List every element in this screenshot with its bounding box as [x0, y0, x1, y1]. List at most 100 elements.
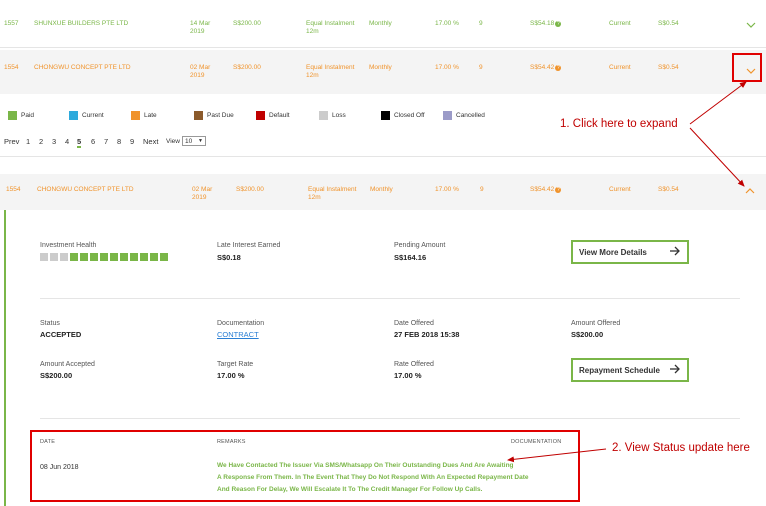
annotation-step2: 2. View Status update here: [612, 442, 750, 454]
type-line2: 12m: [306, 28, 319, 35]
page-link-9[interactable]: 9: [130, 137, 134, 146]
listing-date: 14 Mar 2019: [190, 20, 210, 36]
legend-swatch: [443, 110, 452, 120]
health-segment: [90, 253, 98, 261]
interest: S$0.54: [658, 186, 679, 193]
legend-cancelled: Cancelled: [443, 110, 485, 120]
amount: S$200.00: [233, 20, 261, 27]
page-link-7[interactable]: 7: [104, 137, 108, 146]
loan-status: Current: [609, 64, 631, 71]
late-interest-value: S$0.18: [217, 253, 241, 262]
rate: 17.00 %: [435, 20, 459, 27]
health-segment: [60, 253, 68, 261]
repayment-schedule-button[interactable]: Repayment Schedule: [571, 358, 689, 382]
legend-swatch: [194, 110, 203, 120]
repayment-value: S$54.18: [530, 20, 555, 27]
info-icon[interactable]: ?: [555, 21, 562, 27]
repayment: S$54.42?: [530, 64, 562, 72]
health-segment: [70, 253, 78, 261]
divider: [40, 298, 740, 299]
table-row[interactable]: 1554 CHONGWU CONCEPT PTE LTD 02 Mar 2019 …: [0, 50, 766, 94]
date-line1: 02 Mar: [190, 64, 211, 71]
page-link-3[interactable]: 3: [52, 137, 56, 146]
page-size-selector: View 10 ▼: [166, 136, 206, 146]
legend-swatch: [131, 110, 140, 120]
rate-offered-value: 17.00 %: [394, 371, 422, 380]
annotation-step1: 1. Click here to expand: [560, 118, 678, 130]
contract-link[interactable]: CONTRACT: [217, 330, 259, 339]
date-line1: 02 Mar: [192, 186, 213, 193]
legend-label: Past Due: [207, 111, 234, 119]
status-update-highlight-box: [30, 430, 580, 502]
info-icon[interactable]: ?: [555, 187, 562, 193]
loan-type: Equal Instalment 12m: [306, 20, 354, 36]
loan-id: 1554: [4, 64, 19, 71]
health-segment: [40, 253, 48, 261]
rate-offered-label: Rate Offered: [394, 361, 434, 368]
page-link-1[interactable]: 1: [26, 137, 30, 146]
interest: S$0.54: [658, 20, 679, 27]
amount: S$200.00: [236, 186, 264, 193]
status-value: ACCEPTED: [40, 330, 82, 339]
legend-loss: Loss: [319, 110, 346, 120]
health-segment: [100, 253, 108, 261]
repayment-value: S$54.42: [530, 64, 555, 71]
button-label: Repayment Schedule: [579, 365, 660, 375]
type-line2: 12m: [306, 72, 319, 79]
amount-offered-value: S$200.00: [571, 330, 604, 339]
table-row[interactable]: 1557 SHUNXUE BUILDERS PTE LTD 14 Mar 2019…: [0, 8, 766, 48]
legend-swatch: [69, 110, 78, 120]
pagination: Prev 1 2 3 4 5 6 7 8 9 Next View 10 ▼: [0, 136, 766, 150]
arrow-right-icon: [669, 364, 681, 376]
page-link-6[interactable]: 6: [91, 137, 95, 146]
loan-type: Equal Instalment 12m: [308, 186, 356, 202]
next-page-link[interactable]: Next: [143, 137, 158, 146]
tenor: 9: [479, 64, 483, 71]
frequency: Monthly: [370, 186, 393, 193]
page-size-select[interactable]: 10 ▼: [181, 136, 206, 146]
late-interest-label: Late Interest Earned: [217, 242, 281, 249]
tenor: 9: [479, 20, 483, 27]
loan-id: 1554: [6, 186, 21, 193]
repayment: S$54.42?: [530, 186, 562, 194]
page-link-4[interactable]: 4: [65, 137, 69, 146]
prev-page-link[interactable]: Prev: [4, 137, 19, 146]
info-icon[interactable]: ?: [555, 65, 562, 71]
loan-status: Current: [609, 186, 631, 193]
page-size-value: 10: [184, 137, 193, 145]
tenor: 9: [480, 186, 484, 193]
page-link-5[interactable]: 5: [77, 137, 82, 148]
repayment-value: S$54.42: [530, 186, 555, 193]
company-name: CHONGWU CONCEPT PTE LTD: [34, 64, 131, 71]
chevron-up-icon[interactable]: [745, 186, 755, 196]
page-link-8[interactable]: 8: [117, 137, 121, 146]
legend-label: Default: [269, 111, 290, 119]
legend-default: Default: [256, 110, 290, 120]
repayment: S$54.18?: [530, 20, 562, 28]
amount: S$200.00: [233, 64, 261, 71]
legend-label: Loss: [332, 111, 346, 119]
date-offered-value: 27 FEB 2018 15:38: [394, 330, 460, 339]
legend-current: Current: [69, 110, 104, 120]
legend-swatch: [381, 110, 390, 120]
company-name: CHONGWU CONCEPT PTE LTD: [37, 186, 134, 193]
view-more-details-button[interactable]: View More Details: [571, 240, 689, 264]
chevron-down-icon[interactable]: [746, 20, 756, 30]
type-line1: Equal Instalment: [308, 186, 357, 193]
table-row-expanded[interactable]: 1554 CHONGWU CONCEPT PTE LTD 02 Mar 2019 …: [0, 174, 766, 210]
rate: 17.00 %: [435, 64, 459, 71]
legend-closed-off: Closed Off: [381, 110, 425, 120]
listing-date: 02 Mar 2019: [190, 64, 210, 80]
legend-swatch: [319, 110, 328, 120]
legend-paid: Paid: [8, 110, 34, 120]
investment-health-bar: [40, 253, 168, 261]
status-label: Status: [40, 320, 60, 327]
rate: 17.00 %: [435, 186, 459, 193]
legend-label: Closed Off: [394, 111, 425, 119]
legend-label: Current: [82, 111, 104, 119]
date-line1: 14 Mar: [190, 20, 211, 27]
health-segment: [130, 253, 138, 261]
legend-swatch: [256, 110, 265, 120]
listing-date: 02 Mar 2019: [192, 186, 212, 202]
page-link-2[interactable]: 2: [39, 137, 43, 146]
